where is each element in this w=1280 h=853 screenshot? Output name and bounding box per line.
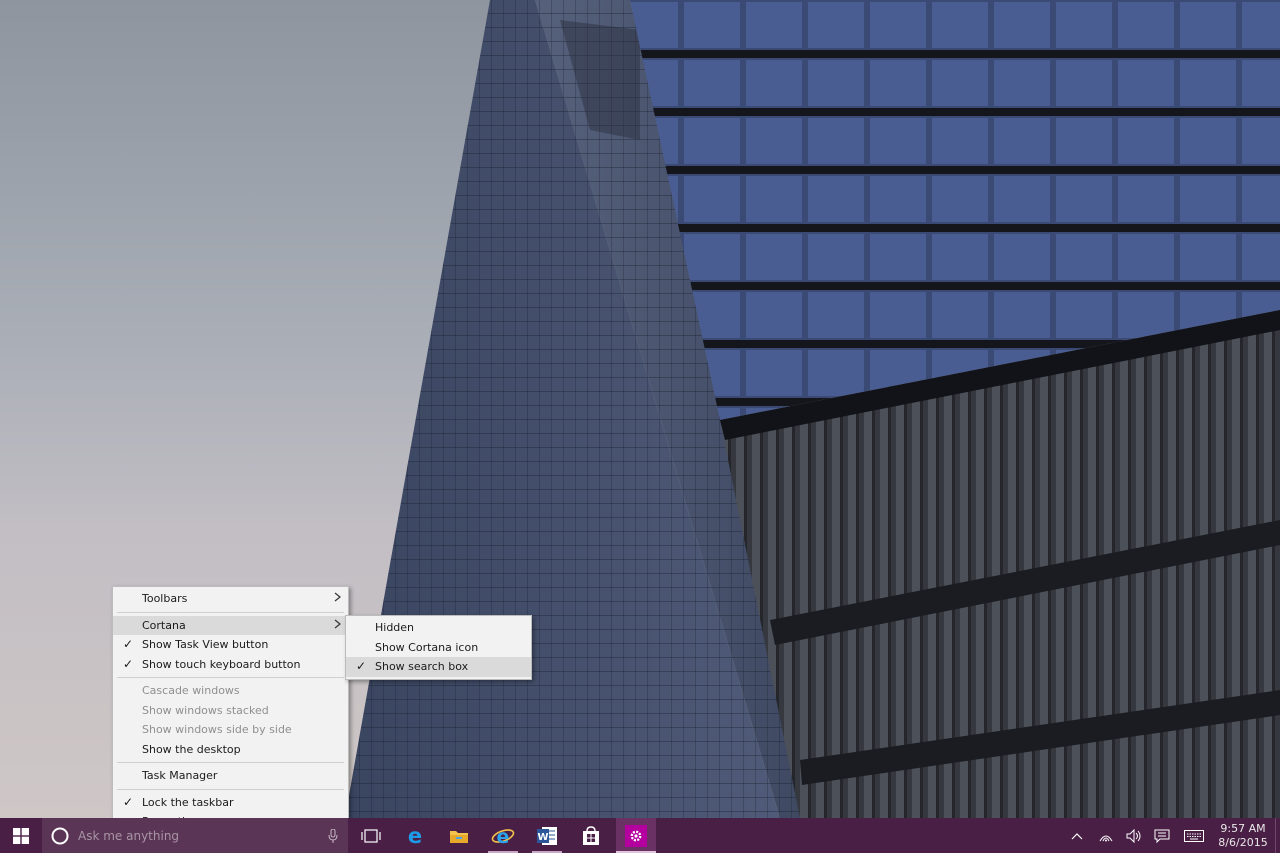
checkmark-icon: ✓ (123, 794, 134, 809)
menu-item-label: Show search box (375, 660, 469, 673)
word-icon: W (537, 826, 557, 845)
cortana-submenu: Hidden Show Cortana icon ✓ Show search b… (345, 615, 532, 680)
edge-icon: e (408, 825, 422, 847)
svg-text:e: e (497, 826, 510, 847)
clock[interactable]: 9:57 AM 8/6/2015 (1212, 818, 1274, 853)
chevron-right-icon (334, 616, 342, 636)
menu-item-show-desktop[interactable]: Show the desktop (113, 740, 348, 760)
menu-item-label: Toolbars (142, 592, 188, 605)
chevron-up-icon (1071, 832, 1083, 839)
network-button[interactable] (1094, 818, 1118, 853)
menu-separator (117, 788, 344, 790)
search-input[interactable]: Ask me anything (78, 829, 179, 843)
task-view-button[interactable] (352, 818, 390, 853)
submenu-item-hidden[interactable]: Hidden (346, 618, 531, 638)
menu-item-label: Show windows stacked (142, 703, 269, 717)
menu-item-cascade-windows[interactable]: Cascade windows (113, 681, 348, 701)
chevron-right-icon (334, 589, 342, 609)
taskbar-app-edge[interactable]: e (396, 818, 434, 853)
menu-item-label: Show touch keyboard button (142, 657, 301, 671)
menu-separator (117, 677, 344, 678)
settings-tile (625, 824, 647, 847)
taskbar-app-internet-explorer[interactable]: e (484, 818, 522, 853)
menu-item-cortana[interactable]: Cortana (113, 615, 348, 636)
file-explorer-icon (450, 830, 468, 843)
menu-item-lock-taskbar[interactable]: ✓ Lock the taskbar (113, 793, 348, 813)
show-hidden-icons-button[interactable] (1066, 818, 1088, 853)
menu-item-label: Lock the taskbar (142, 795, 234, 809)
menu-item-show-task-view[interactable]: ✓ Show Task View button (113, 635, 348, 655)
menu-item-windows-side-by-side[interactable]: Show windows side by side (113, 720, 348, 740)
svg-text:e: e (408, 825, 422, 847)
task-view-icon (361, 828, 381, 843)
menu-item-toolbars[interactable]: Toolbars (113, 589, 348, 609)
volume-icon (1126, 828, 1141, 843)
menu-item-label: Hidden (375, 621, 415, 634)
wifi-icon (1099, 835, 1113, 841)
clock-date: 8/6/2015 (1218, 835, 1268, 849)
svg-text:W: W (537, 832, 548, 843)
cortana-icon (51, 827, 69, 844)
menu-item-label: Show the desktop (142, 742, 241, 756)
action-center-icon (1154, 829, 1170, 843)
menu-item-label: Show windows side by side (142, 723, 292, 736)
checkmark-icon: ✓ (123, 656, 134, 671)
action-center-button[interactable] (1150, 818, 1174, 853)
windows-logo-icon (13, 827, 29, 844)
menu-separator (117, 762, 344, 763)
settings-icon (630, 830, 642, 841)
menu-item-label: Show Task View button (142, 638, 269, 651)
submenu-item-show-search-box[interactable]: ✓ Show search box (346, 657, 531, 677)
start-button[interactable] (0, 818, 42, 853)
internet-explorer-icon: e (491, 826, 515, 847)
touch-keyboard-button[interactable] (1180, 818, 1208, 853)
menu-item-label: Task Manager (142, 769, 218, 782)
taskbar-app-word[interactable]: W (528, 818, 566, 853)
taskbar-app-settings[interactable] (616, 818, 656, 853)
microphone-icon[interactable] (328, 829, 338, 843)
menu-item-label: Cascade windows (142, 684, 240, 697)
menu-item-task-manager[interactable]: Task Manager (113, 766, 348, 786)
menu-separator (117, 611, 344, 613)
menu-item-label: Show Cortana icon (375, 640, 479, 654)
menu-item-label: Cortana (142, 618, 186, 632)
search-box[interactable]: Ask me anything (42, 818, 348, 853)
taskbar-app-store[interactable] (572, 818, 610, 853)
checkmark-icon: ✓ (123, 637, 134, 651)
menu-item-show-touch-keyboard[interactable]: ✓ Show touch keyboard button (113, 655, 348, 675)
store-icon (583, 825, 599, 845)
taskbar: Ask me anything e e W 9:57 AM 8/6/2015 (0, 818, 1280, 853)
clock-time: 9:57 AM (1220, 821, 1266, 835)
volume-button[interactable] (1122, 818, 1146, 853)
keyboard-icon (1184, 829, 1204, 842)
taskbar-app-file-explorer[interactable] (440, 818, 478, 853)
checkmark-icon: ✓ (356, 659, 367, 673)
show-desktop-button[interactable] (1275, 818, 1280, 853)
taskbar-context-menu: Toolbars Cortana ✓ Show Task View button… (112, 586, 349, 835)
menu-item-windows-stacked[interactable]: Show windows stacked (113, 701, 348, 721)
submenu-item-show-cortana-icon[interactable]: Show Cortana icon (346, 638, 531, 658)
